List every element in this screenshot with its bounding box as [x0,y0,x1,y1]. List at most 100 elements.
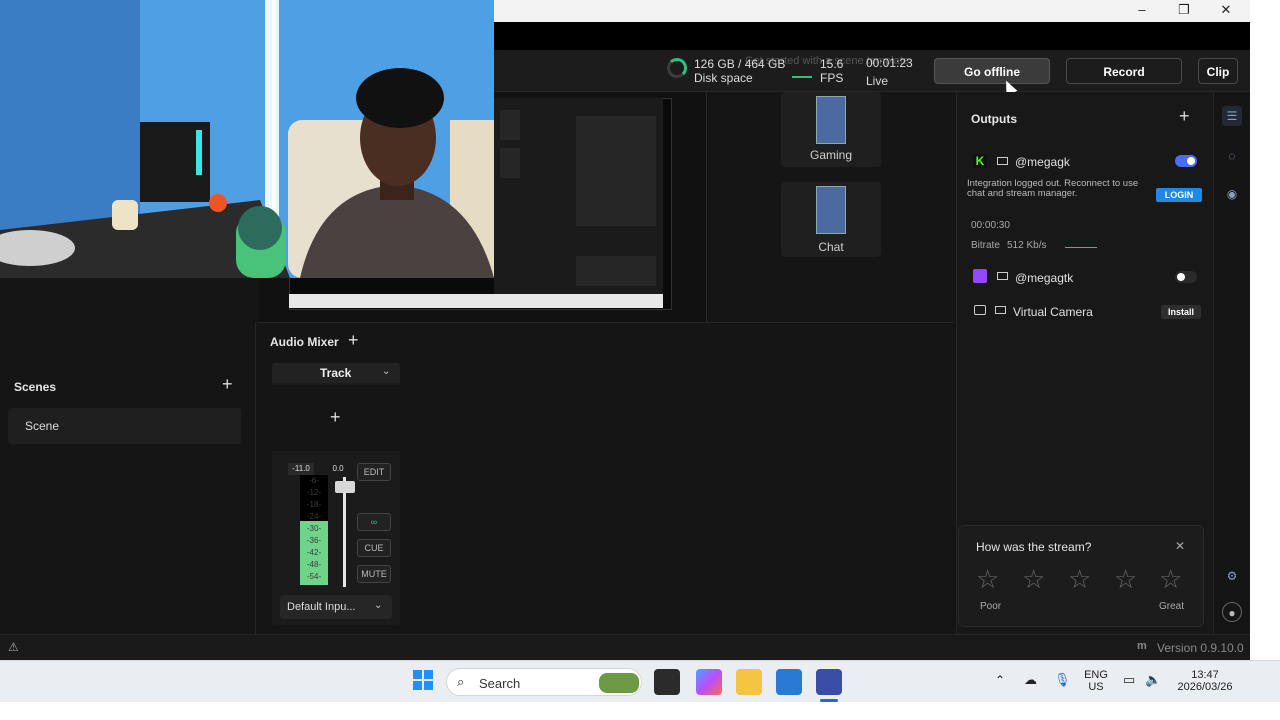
star-1-icon[interactable]: ☆ [976,566,999,592]
file-explorer-icon[interactable] [736,669,762,695]
cloud-offline-icon[interactable]: ☁ [1024,672,1037,688]
chat-bubble-icon[interactable]: ◌ [1222,146,1242,166]
twitch-logo-icon [973,269,987,283]
star-3-icon[interactable]: ☆ [1068,566,1091,592]
sliders-icon[interactable]: ☰ [1222,106,1242,126]
search-highlight-icon [599,673,639,693]
network-icon[interactable]: ▭ [1123,672,1135,688]
record-button[interactable]: Record [1066,58,1182,84]
integration-notice: Integration logged out. Reconnect to use… [967,178,1139,199]
restore-button[interactable]: ❐ [1164,0,1204,20]
level-readout: -11.0 [288,463,314,475]
store-icon[interactable] [776,669,802,695]
m365-icon[interactable] [696,669,722,695]
link-button[interactable]: ∞ [357,513,391,531]
input-device-value: Default Inpu... [287,601,356,613]
chevron-up-icon[interactable]: ⌃ [995,673,1005,687]
fader-readout: 0.0 [332,464,344,473]
monitor-icon [997,272,1008,280]
kick-handle: @megagk [1015,155,1070,169]
warning-icon[interactable]: ⚠ [8,640,19,654]
scene-list-item[interactable]: Scene [8,408,241,444]
chevron-down-icon: ⌄ [374,600,383,611]
scene-card-gaming[interactable]: Gaming [781,92,881,167]
live-time: 00:01:23 [866,56,913,70]
clock[interactable]: 13:47 2026/03/26 [1172,669,1238,693]
volume-fader[interactable] [343,477,346,587]
volume-icon[interactable]: 🔈 [1145,672,1161,688]
app-window: Get started with a scene template 126 GB… [0,0,1250,660]
add-audio-button[interactable]: + [348,330,359,351]
taskbar-search[interactable]: ⌕ Search [446,668,642,696]
start-button[interactable] [410,669,436,695]
meter-ticks: -6- -12- -18- -24- -30- -36- -42- -48- -… [306,476,322,581]
track-name: Track [320,366,352,380]
clock-time: 13:47 [1191,669,1219,681]
add-source-area[interactable]: + [272,385,400,451]
add-scene-button[interactable]: + [222,374,233,395]
scene-thumbnail [816,186,846,234]
search-icon: ⌕ [457,674,465,689]
windows-logo-icon [413,670,433,690]
add-source-icon: + [330,407,341,427]
language-indicator[interactable]: ENG US [1084,669,1108,693]
star-4-icon[interactable]: ☆ [1114,566,1137,592]
streaming-app-icon[interactable] [816,669,842,695]
stream-feedback-card: How was the stream? ✕ ☆ ☆ ☆ ☆ ☆ Poor Gre… [958,525,1204,627]
microphone-icon[interactable]: 🎙 [1054,672,1071,688]
scenes-panel: Scenes + Scene [0,322,256,660]
close-button[interactable]: ✕ [1206,0,1246,20]
task-view-icon[interactable] [654,669,680,695]
mute-button[interactable]: MUTE [357,565,391,583]
rating-high-label: Great [1159,601,1185,612]
audio-mixer-title: Audio Mixer [270,335,339,349]
add-output-button[interactable]: + [1179,106,1190,127]
feedback-question: How was the stream? [976,540,1092,554]
outputs-title: Outputs [971,112,1017,126]
webcam-feed-image [0,0,494,278]
link-icon: ∞ [370,517,378,527]
broadcast-icon[interactable]: ◉ [1222,184,1242,204]
status-bar: ⚠ m Version 0.9.10.0 [0,634,1250,660]
mini-outputs-panel [576,116,656,226]
scene-card-chat[interactable]: Chat [781,182,881,257]
edit-button[interactable]: EDIT [357,463,391,481]
minimize-button[interactable]: – [1122,0,1162,20]
clock-date: 2026/03/26 [1177,681,1233,693]
twitch-output-toggle[interactable] [1175,271,1197,283]
go-offline-button[interactable]: Go offline [934,58,1050,84]
bitrate-graph-icon [1065,247,1097,248]
user-avatar-icon[interactable]: ● [1222,602,1242,622]
nested-app-capture [494,98,663,298]
chevron-down-icon: ⌄ [382,366,391,377]
mini-scene-thumb [500,110,520,140]
clip-button[interactable]: Clip [1198,58,1238,84]
mini-feedback-panel [576,256,656,286]
install-button[interactable]: Install [1161,305,1201,319]
volume-fader-handle[interactable] [335,481,355,493]
input-device-select[interactable]: Default Inpu... ⌄ [280,595,392,619]
nested-taskbar [289,294,663,308]
disk-space-label: Disk space [694,71,753,85]
camera-icon [974,305,986,315]
star-5-icon[interactable]: ☆ [1159,566,1182,592]
screen: – ❐ ✕ Get started with a scene template … [0,0,1280,720]
close-feedback-button[interactable]: ✕ [1175,539,1185,553]
webcam-source[interactable] [0,0,494,278]
desktop-bottom-edge [0,702,1280,720]
scene-thumbnails-column: Gaming Chat [706,92,954,322]
minimize-icon: – [1138,2,1146,17]
search-placeholder: Search [479,676,521,691]
cue-button[interactable]: CUE [357,539,391,557]
twitch-handle: @megagtk [1015,271,1074,285]
track-header[interactable]: Track ⌄ [272,363,400,383]
scene-card-label: Gaming [809,148,853,162]
login-button[interactable]: LOGIN [1156,188,1202,202]
settings-gear-icon[interactable]: ⚙ [1222,566,1242,586]
disk-usage-ring-icon [667,58,687,78]
star-2-icon[interactable]: ☆ [1022,566,1045,592]
monitor-icon [997,157,1008,165]
live-label: Live [866,74,889,88]
kick-output-toggle[interactable] [1175,155,1197,167]
right-rail: ☰ ◌ ◉ ⚙ ● [1213,92,1250,644]
